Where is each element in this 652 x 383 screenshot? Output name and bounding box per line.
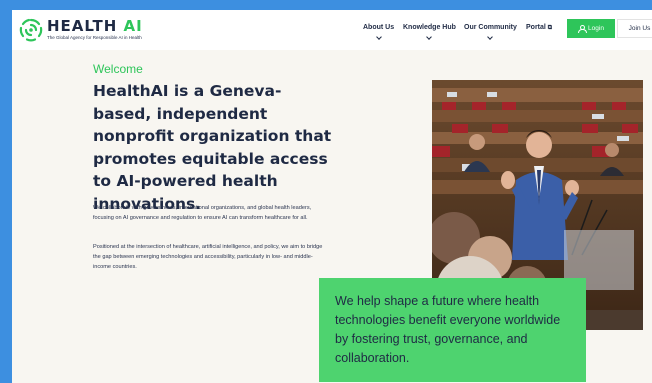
nav-portal-label: Portal bbox=[526, 24, 546, 31]
mission-card: We help shape a future where health tech… bbox=[319, 278, 586, 382]
site-header: HEALTH AI The Global Agency for Responsi… bbox=[12, 10, 652, 50]
chevron-down-icon bbox=[487, 34, 494, 40]
mission-card-text: We help shape a future where health tech… bbox=[335, 294, 561, 365]
login-label: Login bbox=[588, 25, 604, 32]
nav-our-community[interactable]: Our Community bbox=[464, 24, 517, 40]
nav-knowledge-hub-label: Knowledge Hub bbox=[403, 24, 456, 31]
join-us-label: Join Us bbox=[628, 25, 651, 32]
hero-paragraph-2: Positioned at the intersection of health… bbox=[93, 244, 323, 270]
nav-knowledge-hub[interactable]: Knowledge Hub bbox=[403, 24, 456, 40]
brand-accent: AI bbox=[123, 17, 143, 35]
user-icon bbox=[578, 25, 588, 33]
hero-eyebrow: Welcome bbox=[93, 62, 143, 76]
join-us-button[interactable]: Join Us bbox=[617, 19, 652, 38]
brand-name[interactable]: HEALTH AI bbox=[47, 18, 143, 34]
nav-our-community-label: Our Community bbox=[464, 24, 517, 31]
brand-main: HEALTH bbox=[47, 17, 118, 35]
hero-headline: HealthAI is a Geneva-based, independent … bbox=[93, 82, 332, 213]
chevron-down-icon bbox=[426, 34, 433, 40]
external-link-icon: ⧉ bbox=[547, 25, 553, 31]
brand-tagline: The Global Agency for Responsible AI in … bbox=[47, 35, 142, 40]
chevron-down-icon bbox=[375, 34, 382, 40]
page-frame: HEALTH AI The Global Agency for Responsi… bbox=[12, 10, 652, 383]
login-button[interactable]: Login bbox=[567, 19, 615, 38]
nav-portal[interactable]: Portal ⧉ bbox=[526, 24, 552, 32]
nav-about-us-label: About Us bbox=[363, 24, 395, 31]
hero-paragraph-1: We collaborate with governments, interna… bbox=[93, 205, 312, 221]
healthai-logo-icon[interactable] bbox=[18, 17, 44, 43]
nav-about-us[interactable]: About Us bbox=[363, 24, 395, 40]
